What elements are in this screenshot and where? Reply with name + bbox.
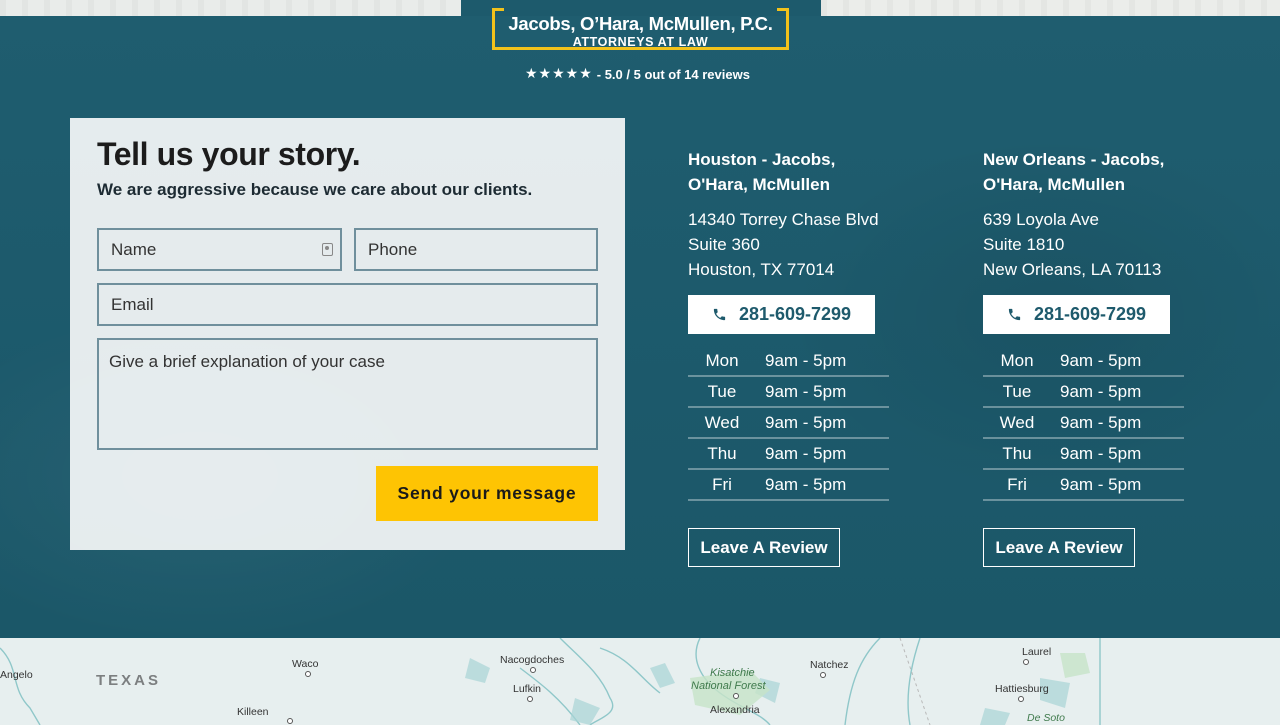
map-terrain xyxy=(0,638,1101,725)
map-city-marker xyxy=(305,671,311,677)
hours-row: Mon 9am - 5pm xyxy=(688,346,889,377)
hours-time: 9am - 5pm xyxy=(765,381,847,401)
office-title-line: Houston - Jacobs, xyxy=(688,150,836,169)
map-city-marker xyxy=(527,696,533,702)
hours-row: Fri 9am - 5pm xyxy=(688,470,889,501)
office-title-line: New Orleans - Jacobs, xyxy=(983,150,1165,169)
map-city-marker xyxy=(1023,659,1029,665)
top-banner-image-right xyxy=(821,0,1280,16)
phone-icon xyxy=(713,308,726,321)
map-forest-label: National Forest xyxy=(691,680,766,692)
office-hours-table: Mon 9am - 5pm Tue 9am - 5pm Wed 9am - 5pm T… xyxy=(688,346,889,501)
map-city-marker xyxy=(820,672,826,678)
firm-tagline: ATTORNEYS AT LAW xyxy=(572,35,709,49)
hours-row: Wed 9am - 5pm xyxy=(983,408,1184,439)
map-label: Natchez xyxy=(810,659,849,671)
call-new-orleans-button[interactable]: 281-609-7299 xyxy=(983,295,1170,334)
hours-time: 9am - 5pm xyxy=(765,350,847,370)
address-line: Suite 1810 xyxy=(983,235,1065,254)
office-title-line: O'Hara, McMullen xyxy=(688,175,830,194)
hours-time: 9am - 5pm xyxy=(1060,350,1142,370)
address-line: Houston, TX 77014 xyxy=(688,260,835,279)
map-state-label: TEXAS xyxy=(96,672,162,689)
hours-row: Tue 9am - 5pm xyxy=(983,377,1184,408)
call-houston-button[interactable]: 281-609-7299 xyxy=(688,295,875,334)
hours-time: 9am - 5pm xyxy=(1060,381,1142,401)
map-label: Laurel xyxy=(1022,646,1052,658)
phone-input[interactable] xyxy=(354,228,598,271)
rating-text: - 5.0 / 5 out of 14 reviews xyxy=(596,66,750,82)
hours-day: Thu xyxy=(1002,443,1032,463)
hours-time: 9am - 5pm xyxy=(765,443,847,463)
star-rating-icon: ★★★★★ xyxy=(525,66,593,82)
office-houston: Houston - Jacobs, O'Hara, McMullen 14340… xyxy=(688,147,918,567)
office-title: Houston - Jacobs, O'Hara, McMullen xyxy=(688,147,918,197)
office-hours-table: Mon 9am - 5pm Tue 9am - 5pm Wed 9am - 5pm T… xyxy=(983,346,1184,501)
map-label: Angelo xyxy=(0,669,33,681)
map-city-marker xyxy=(287,718,293,724)
address-line: Suite 360 xyxy=(688,235,760,254)
firm-logo[interactable]: Jacobs, O’Hara, McMullen, P.C. ATTORNEYS… xyxy=(492,8,789,50)
contact-form-panel: Tell us your story. We are aggressive be… xyxy=(70,118,625,550)
map-forest-label: Kisatchie xyxy=(710,667,755,679)
hours-day: Fri xyxy=(1007,474,1027,494)
hours-row: Mon 9am - 5pm xyxy=(983,346,1184,377)
hours-time: 9am - 5pm xyxy=(1060,443,1142,463)
address-line: 14340 Torrey Chase Blvd xyxy=(688,210,879,229)
map-city-marker xyxy=(530,667,536,673)
top-banner-image-left xyxy=(0,0,461,16)
hours-time: 9am - 5pm xyxy=(1060,412,1142,432)
form-title: Tell us your story. xyxy=(97,136,361,172)
phone-icon xyxy=(1008,308,1021,321)
office-address: 14340 Torrey Chase Blvd Suite 360 Housto… xyxy=(688,207,918,282)
message-textarea[interactable] xyxy=(97,338,598,450)
hours-day: Mon xyxy=(705,350,739,370)
map-label: Alexandria xyxy=(710,704,760,716)
form-subtitle: We are aggressive because we care about … xyxy=(97,180,533,199)
email-input[interactable] xyxy=(97,283,598,326)
office-title: New Orleans - Jacobs, O'Hara, McMullen xyxy=(983,147,1213,197)
address-line: 639 Loyola Ave xyxy=(983,210,1099,229)
contact-card-icon[interactable] xyxy=(322,243,333,256)
office-title-line: O'Hara, McMullen xyxy=(983,175,1125,194)
map-label: Hattiesburg xyxy=(995,683,1049,695)
map-city-marker xyxy=(1018,696,1024,702)
phone-number: 281-609-7299 xyxy=(1033,304,1147,324)
hours-row: Thu 9am - 5pm xyxy=(983,439,1184,470)
leave-review-houston-button[interactable]: Leave A Review xyxy=(688,528,840,567)
map-forest-label: De Soto xyxy=(1027,712,1065,724)
firm-name: Jacobs, O’Hara, McMullen, P.C. xyxy=(508,13,773,34)
hours-time: 9am - 5pm xyxy=(765,412,847,432)
office-address: 639 Loyola Ave Suite 1810 New Orleans, L… xyxy=(983,207,1213,282)
review-rating[interactable]: ★★★★★ - 5.0 / 5 out of 14 reviews xyxy=(525,66,750,82)
hours-row: Fri 9am - 5pm xyxy=(983,470,1184,501)
office-new-orleans: New Orleans - Jacobs, O'Hara, McMullen 6… xyxy=(983,147,1213,567)
hours-time: 9am - 5pm xyxy=(1060,474,1142,494)
hours-row: Wed 9am - 5pm xyxy=(688,408,889,439)
hours-row: Thu 9am - 5pm xyxy=(688,439,889,470)
send-message-button[interactable]: Send your message xyxy=(376,466,598,521)
map-label: Lufkin xyxy=(513,683,542,695)
hours-day: Wed xyxy=(704,412,740,432)
name-input[interactable] xyxy=(97,228,342,271)
map-label: Nacogdoches xyxy=(500,654,565,666)
hours-time: 9am - 5pm xyxy=(765,474,847,494)
hours-day: Tue xyxy=(707,381,737,401)
map-label: Waco xyxy=(292,658,319,670)
phone-number: 281-609-7299 xyxy=(738,304,852,324)
map-label: Killeen xyxy=(237,706,269,718)
hours-day: Wed xyxy=(999,412,1035,432)
office-map[interactable]: Angelo TEXAS Waco Killeen Nacogdoches Lu… xyxy=(0,638,1280,725)
hours-row: Tue 9am - 5pm xyxy=(688,377,889,408)
hours-day: Mon xyxy=(1000,350,1034,370)
address-line: New Orleans, LA 70113 xyxy=(983,260,1162,279)
map-city-marker xyxy=(733,693,739,699)
hours-day: Tue xyxy=(1002,381,1032,401)
leave-review-new-orleans-button[interactable]: Leave A Review xyxy=(983,528,1135,567)
hours-day: Thu xyxy=(707,443,737,463)
hours-day: Fri xyxy=(712,474,732,494)
